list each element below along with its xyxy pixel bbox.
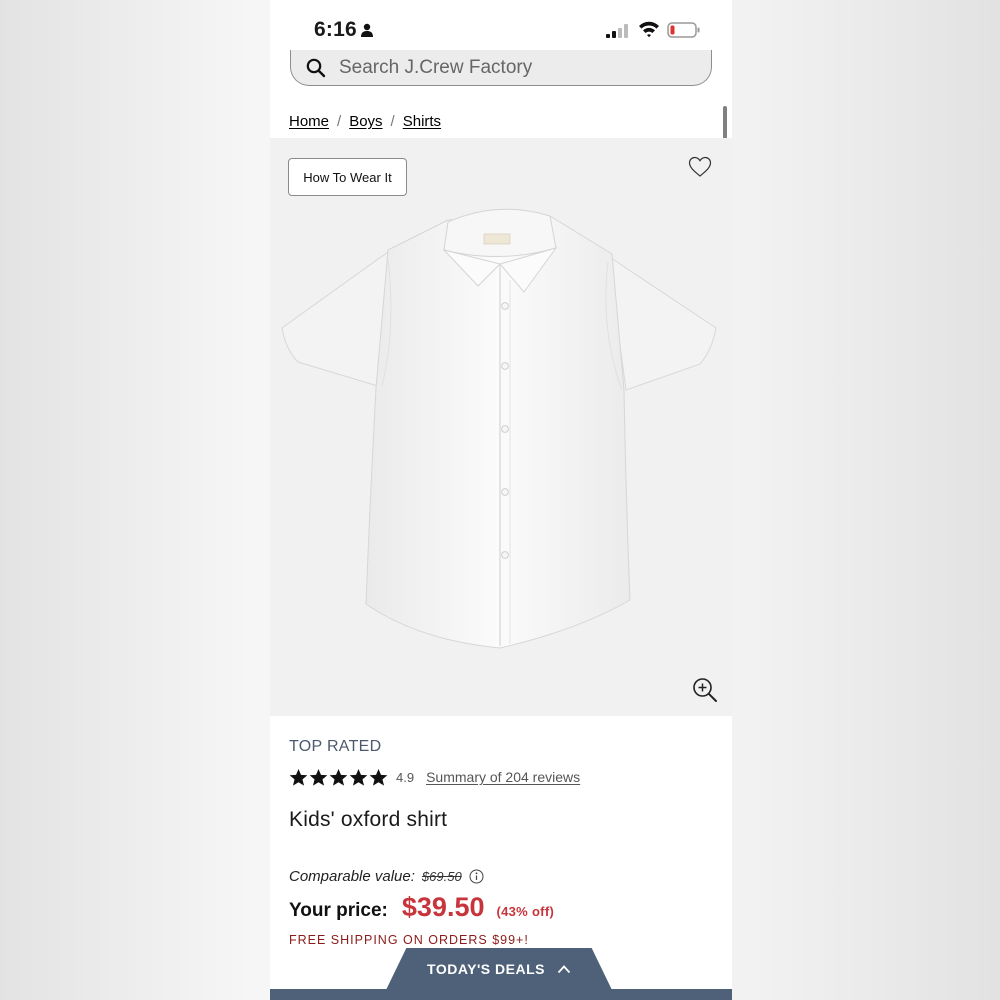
signal-icon	[606, 24, 628, 38]
star-rating	[289, 768, 388, 787]
sale-price: $39.50	[401, 892, 485, 922]
todays-deals-label: TODAY'S DEALS	[427, 961, 545, 977]
rating-row: 4.9 Summary of 204 reviews	[289, 765, 580, 789]
status-bar: 6:16	[270, 0, 732, 54]
star-icon	[289, 768, 308, 786]
chevron-up-icon	[557, 965, 571, 974]
top-rated-badge: TOP RATED	[289, 738, 382, 755]
status-time: 6:16	[314, 18, 357, 41]
discount-percent: (43% off)	[496, 904, 555, 919]
search-input[interactable]	[337, 53, 681, 83]
info-icon[interactable]	[469, 869, 484, 884]
phone-screen: 6:16 Home / Boys / Shirts	[270, 0, 732, 1000]
breadcrumb-boys[interactable]: Boys	[349, 113, 382, 130]
search-icon	[306, 58, 326, 78]
product-image	[281, 208, 717, 649]
person-icon	[361, 23, 373, 37]
breadcrumb: Home / Boys / Shirts	[289, 113, 441, 130]
price-row: Your price: $39.50 (43% off)	[289, 892, 554, 923]
todays-deals-button[interactable]: TODAY'S DEALS	[386, 948, 612, 990]
breadcrumb-separator: /	[337, 113, 342, 130]
star-icon	[309, 768, 328, 786]
reviews-summary-link[interactable]: Summary of 204 reviews	[426, 769, 580, 785]
product-image-area[interactable]: How To Wear It	[270, 138, 732, 716]
star-icon	[349, 768, 368, 786]
zoom-in-icon[interactable]	[692, 677, 718, 703]
star-icon	[369, 768, 388, 786]
breadcrumb-shirts[interactable]: Shirts	[403, 113, 441, 130]
product-title: Kids' oxford shirt	[289, 808, 448, 831]
star-icon	[329, 768, 348, 786]
comparable-price: $69.50	[421, 869, 462, 884]
free-shipping-note: FREE SHIPPING ON ORDERS $99+!	[289, 933, 529, 947]
price-label: Your price:	[289, 900, 388, 921]
comparable-label: Comparable value:	[289, 868, 415, 885]
breadcrumb-home[interactable]: Home	[289, 113, 329, 130]
heart-icon[interactable]	[688, 156, 712, 178]
breadcrumb-separator: /	[390, 113, 395, 130]
battery-icon	[667, 22, 700, 38]
comparable-value: Comparable value: $69.50	[289, 868, 484, 885]
how-to-wear-button[interactable]: How To Wear It	[288, 158, 407, 196]
deals-bar[interactable]	[270, 989, 732, 1000]
rating-value: 4.9	[396, 769, 415, 785]
search-bar[interactable]	[290, 50, 712, 86]
wifi-icon	[639, 21, 659, 38]
